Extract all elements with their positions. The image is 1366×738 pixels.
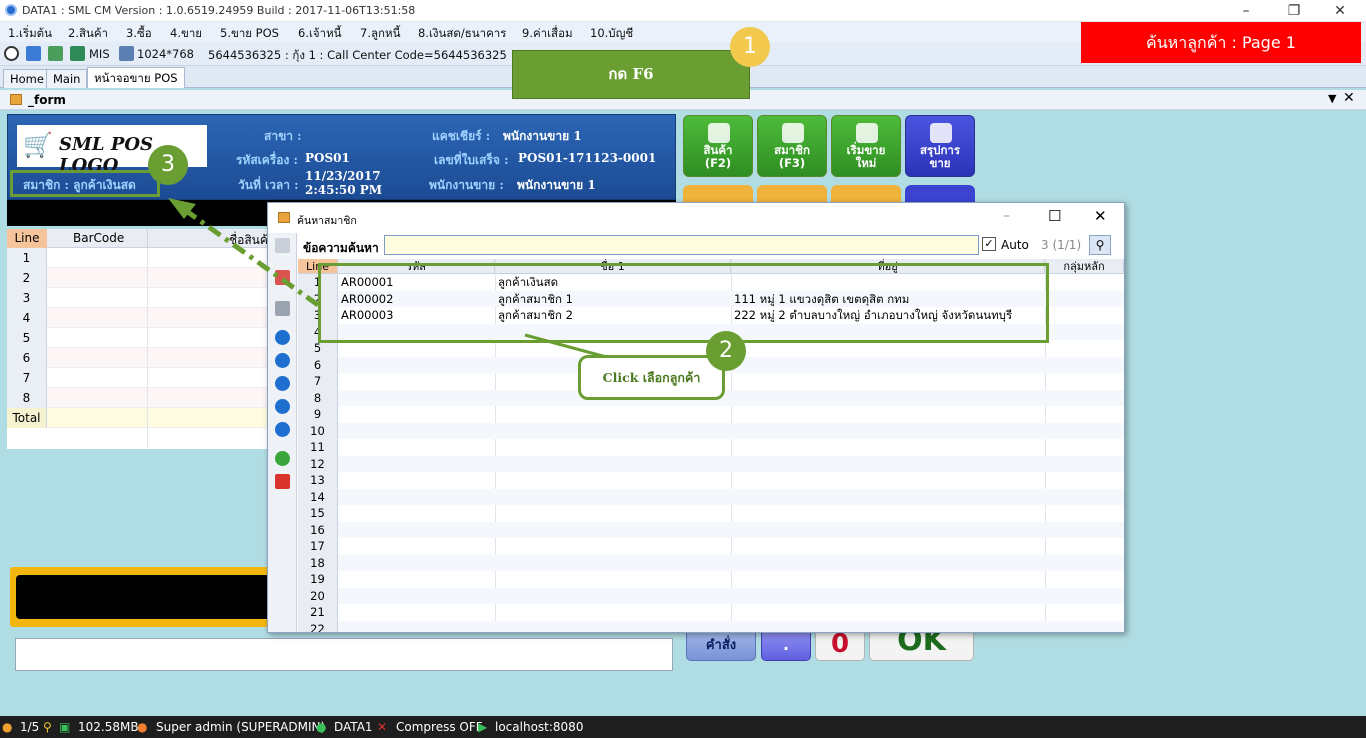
click-select-callout: Click เลือกลูกค้า [578,355,725,400]
dashed-arrow-line [183,207,320,308]
step-2-marker: 2 [706,331,746,371]
